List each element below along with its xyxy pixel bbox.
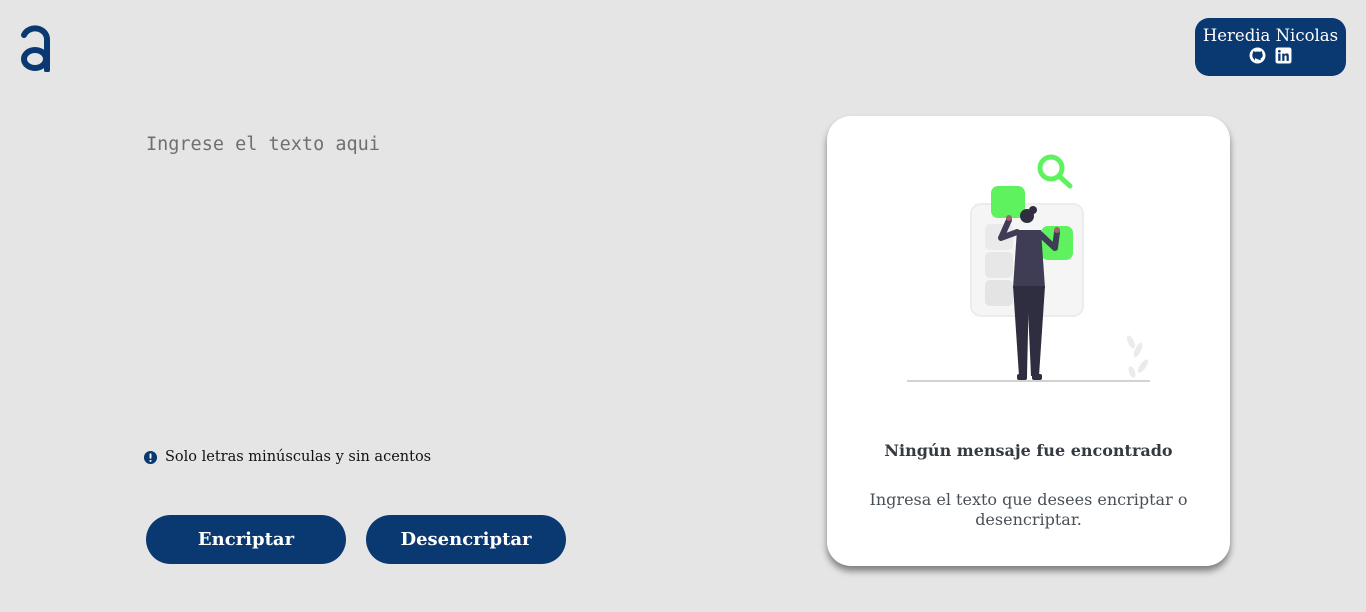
alura-logo-icon[interactable] (18, 22, 54, 73)
input-hint-text: Solo letras minúsculas y sin acentos (165, 449, 432, 465)
exclamation-circle-icon (143, 450, 158, 465)
encrypt-button[interactable]: Encriptar (146, 515, 346, 564)
linkedin-icon[interactable] (1275, 47, 1292, 64)
empty-state-text: Ingresa el texto que desees encriptar o … (869, 490, 1188, 529)
message-input[interactable] (146, 134, 746, 404)
page: Heredia Nicolas Ingrese el texto aqui So… (0, 0, 1366, 612)
empty-state-title: Ningún mensaje fue encontrado (884, 441, 1173, 460)
person-searching-illustration (905, 152, 1155, 384)
author-badge: Heredia Nicolas (1195, 18, 1346, 76)
github-icon[interactable] (1249, 47, 1266, 64)
decrypt-button[interactable]: Desencriptar (366, 515, 566, 564)
social-links (1195, 47, 1346, 64)
input-hint: Solo letras minúsculas y sin acentos (143, 449, 431, 465)
output-panel: Ningún mensaje fue encontrado Ingresa el… (827, 116, 1230, 566)
author-name: Heredia Nicolas (1202, 26, 1339, 45)
